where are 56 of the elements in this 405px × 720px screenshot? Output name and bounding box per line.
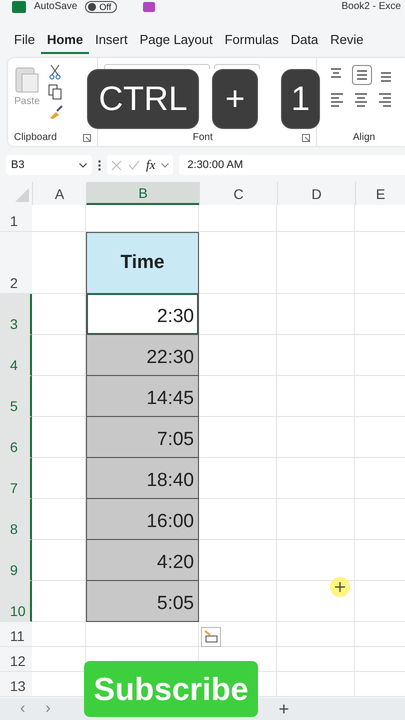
row-header[interactable]: 5 — [0, 376, 32, 417]
save-icon[interactable] — [143, 2, 156, 12]
row-header[interactable]: 13 — [0, 672, 32, 697]
launcher-icon[interactable] — [302, 134, 310, 142]
row-header[interactable]: 11 — [0, 622, 32, 647]
ribbon-tab[interactable]: Home — [40, 28, 90, 54]
group-label: Align — [352, 132, 376, 143]
cursor-highlight — [329, 576, 351, 598]
autosave-toggle[interactable]: Off — [85, 1, 118, 13]
autosave-label: AutoSave — [34, 1, 78, 13]
table-cell[interactable]: 14:45 — [86, 376, 199, 417]
scissors-icon[interactable] — [48, 64, 62, 80]
table-cell[interactable]: 18:40 — [86, 458, 199, 499]
table-cell[interactable]: 2:30 — [86, 294, 199, 335]
caret-icon — [161, 162, 170, 168]
row-header[interactable]: 7 — [0, 458, 32, 499]
row-header[interactable]: 3 — [0, 294, 32, 335]
ribbon-tab[interactable]: Insert — [89, 28, 134, 54]
group-label: Clipboard — [14, 132, 57, 143]
insert-function-button[interactable]: fx — [146, 157, 156, 173]
row-header[interactable]: 8 — [0, 499, 32, 540]
check-icon[interactable] — [128, 160, 140, 170]
launcher-icon[interactable] — [82, 134, 91, 142]
row-header[interactable]: 10 — [0, 581, 32, 622]
table-cell[interactable]: 16:00 — [86, 499, 199, 540]
table-cell[interactable]: 5:05 — [86, 581, 199, 622]
row-header[interactable]: 4 — [0, 335, 32, 376]
name-box[interactable]: B3 — [6, 155, 92, 175]
keyboard-key: CTRL — [88, 70, 198, 128]
group-label: Font — [192, 132, 213, 143]
formula-field[interactable]: 2:30:00 AM — [179, 155, 405, 175]
ribbon-tab[interactable]: Page Layout — [134, 28, 219, 54]
table-cell[interactable]: 4:20 — [86, 540, 199, 581]
row-header[interactable]: 6 — [0, 417, 32, 458]
row-header[interactable]: 1 — [0, 205, 32, 232]
column-header[interactable]: B — [86, 182, 199, 205]
brush-icon[interactable] — [48, 104, 64, 120]
row-header[interactable]: 12 — [0, 647, 32, 672]
ribbon-tab[interactable]: Data — [284, 28, 324, 54]
ribbon-tab[interactable]: Revie — [324, 28, 370, 54]
ribbon-tab[interactable]: File — [8, 28, 41, 54]
row-header[interactable]: 9 — [0, 540, 32, 581]
add-sheet-button[interactable]: + — [278, 698, 290, 720]
caret-icon — [79, 162, 87, 168]
keyboard-key: + — [213, 70, 257, 128]
table-cell[interactable]: 7:05 — [86, 417, 199, 458]
more-icon[interactable] — [98, 160, 101, 170]
copy-icon[interactable] — [48, 84, 62, 100]
ribbon-tab[interactable]: Formulas — [218, 28, 285, 54]
quick-analysis-icon[interactable] — [201, 627, 221, 647]
excel-logo-icon — [12, 1, 26, 13]
document-title: Book2 - Exce — [342, 1, 401, 13]
table-cell[interactable]: Time — [86, 232, 199, 294]
table-cell[interactable]: 22:30 — [86, 335, 199, 376]
keyboard-key: 1 — [282, 70, 319, 128]
row-header[interactable]: 2 — [0, 232, 32, 294]
